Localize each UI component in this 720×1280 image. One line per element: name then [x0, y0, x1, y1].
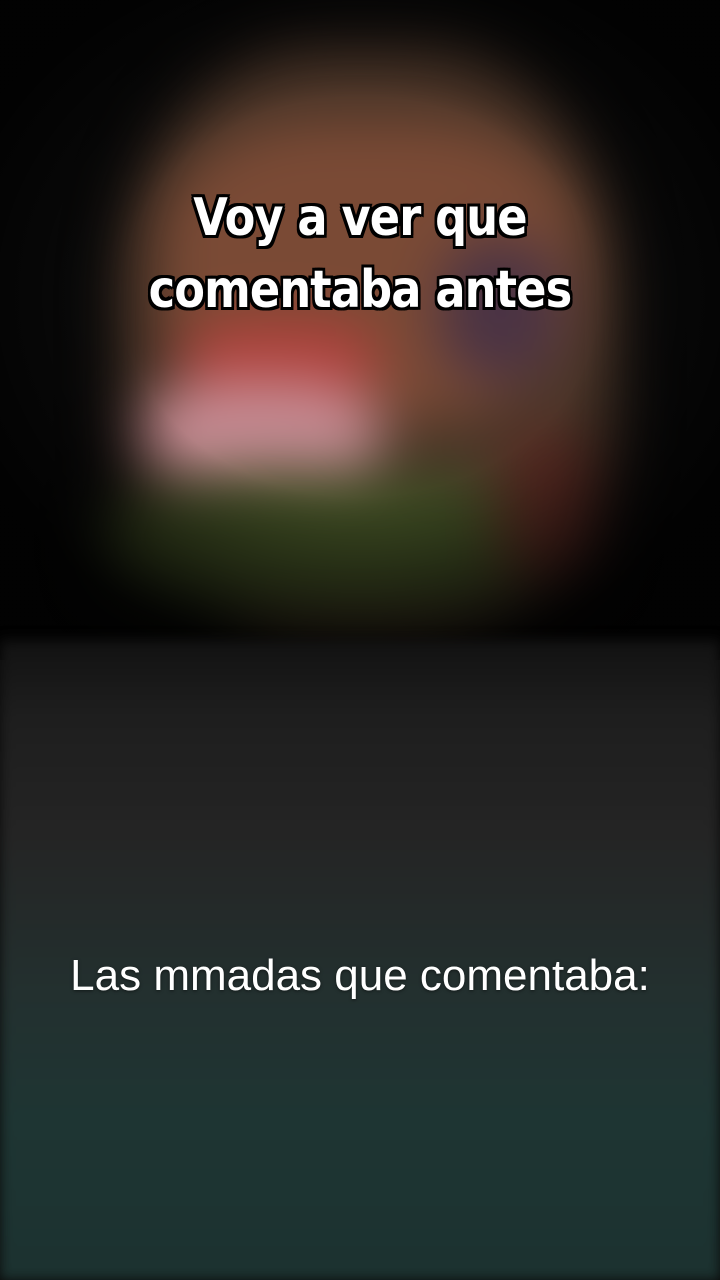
video-frame: Voy a ver que comentaba antes Las mmadas… [0, 0, 720, 1280]
bottom-caption: Las mmadas que comentaba: [70, 951, 650, 1000]
vignette [0, 0, 720, 660]
top-caption: Voy a ver que comentaba antes [148, 188, 573, 320]
